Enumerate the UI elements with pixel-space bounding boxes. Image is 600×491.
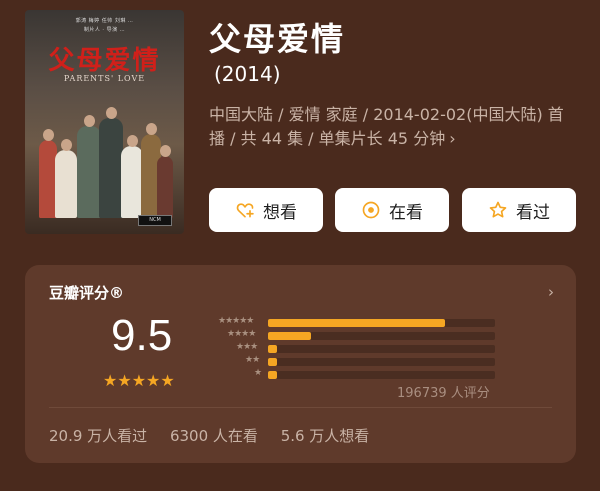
rating-score: 9.5 [111,311,173,360]
rating-distribution-stars: ★★★★ [227,329,256,339]
poster-figures [37,100,174,218]
rating-bar-track [268,332,495,340]
douban-rating-card[interactable]: 豆瓣评分® › 9.5 ★★★★★ ★★★★★ ★★★★ ★★★ ★★ ★ 196739… [25,265,576,463]
rating-bar-fill [268,358,277,366]
poster-image[interactable]: 郭涛 梅婷 任帅 刘琳 … 制片人 · 导演 … 父母爱情 PARENTS' L… [25,10,184,234]
rating-bar-track [268,358,495,366]
poster-title-cn: 父母爱情 [48,46,161,76]
divider [49,407,552,408]
star-outline-icon [488,200,508,220]
watching-count: 6300 人在看 [169,427,258,445]
watched-label: 看过 [516,202,550,223]
poster-figure [99,107,123,218]
rating-bar-track [268,371,495,379]
rating-distribution-stars: ★★★★★ [218,316,254,326]
chevron-right-icon[interactable]: › [548,283,554,301]
rating-bar-track [268,319,495,327]
want-to-watch-button[interactable]: 想看 [209,188,323,232]
rating-distribution-row: ★★ [205,355,505,368]
watching-label: 在看 [389,202,423,223]
want-to-watch-label: 想看 [263,202,297,223]
poster-badge: NCM [138,215,172,226]
rating-distribution-row: ★★★ [205,342,505,355]
rating-stars: ★★★★★ [103,371,175,390]
rating-count: 196739 人评分 [397,386,490,401]
rating-section-title: 豆瓣评分® [49,284,125,302]
meta-text: 中国大陆 / 爱情 家庭 / 2014-02-02(中国大陆) 首播 / 共 4… [209,105,564,148]
poster-credits-line: 郭涛 梅婷 任帅 刘琳 … [75,18,134,24]
rating-bar-fill [268,371,277,379]
heart-plus-icon [235,200,255,220]
target-circle-icon [361,200,381,220]
poster-credits: 郭涛 梅婷 任帅 刘琳 … 制片人 · 导演 … [25,17,184,35]
watching-button[interactable]: 在看 [335,188,449,232]
poster-figure [55,139,77,218]
rating-distribution-row: ★★★★★ [205,316,505,329]
poster-credits-line: 制片人 · 导演 … [83,27,126,33]
rating-distribution-row: ★ [205,368,505,381]
rating-bar-fill [268,345,277,353]
rating-distribution-row: ★★★★ [205,329,505,342]
movie-meta-info[interactable]: 中国大陆 / 爱情 家庭 / 2014-02-02(中国大陆) 首播 / 共 4… [209,103,569,151]
rating-distribution-stars: ★ [254,368,262,378]
want-count: 5.6 万人想看 [280,427,370,445]
rating-bar-track [268,345,495,353]
poster-figure [77,115,101,218]
chevron-right-icon: › [449,129,456,148]
rating-bar-fill [268,332,312,340]
rating-bar-fill [268,319,446,327]
movie-detail-page: 郭涛 梅婷 任帅 刘琳 … 制片人 · 导演 … 父母爱情 PARENTS' L… [0,0,600,491]
poster-title-en: PARENTS' LOVE [63,74,146,83]
release-year: (2014) [214,62,281,86]
poster-figure [157,145,173,218]
watched-count: 20.9 万人看过 [49,427,148,445]
watch-stats: 20.9 万人看过 6300 人在看 5.6 万人想看 [49,425,387,446]
watched-button[interactable]: 看过 [462,188,576,232]
page-title: 父母爱情 [209,20,346,58]
rating-distribution-stars: ★★ [245,355,260,365]
rating-distribution-stars: ★★★ [236,342,258,352]
poster-figure [121,135,143,218]
